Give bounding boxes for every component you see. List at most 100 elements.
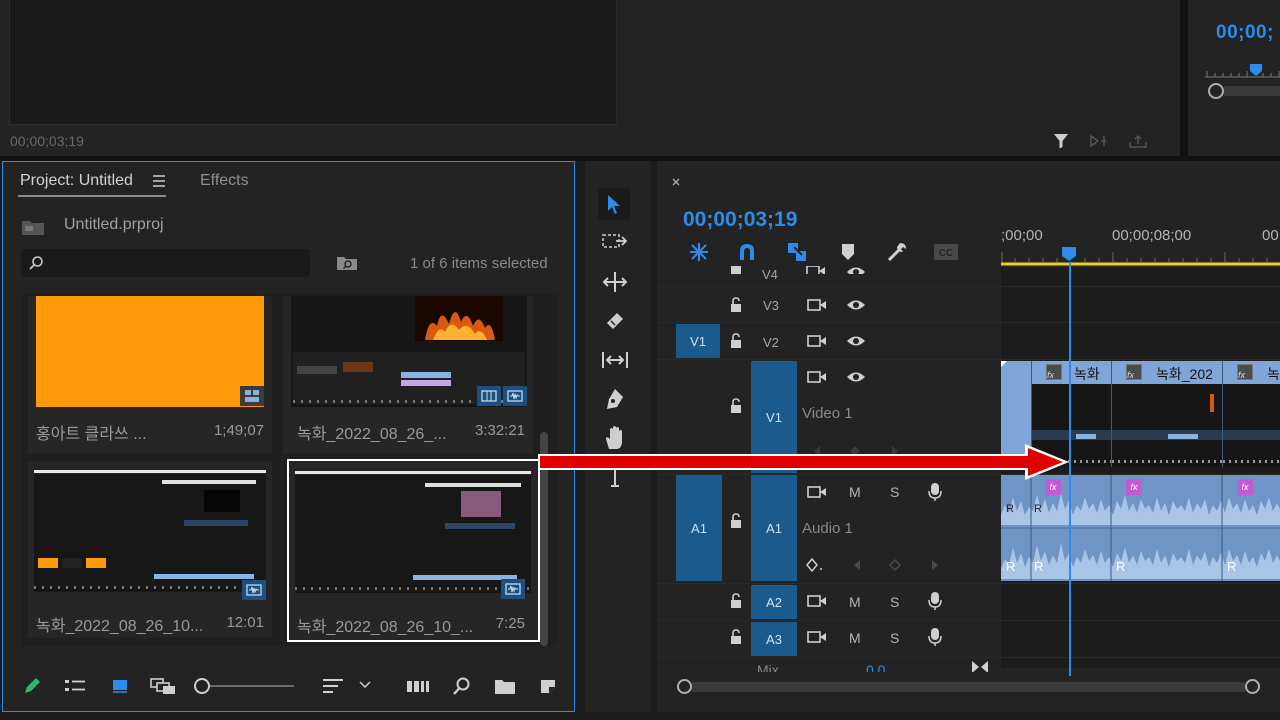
project-item-1[interactable]: 홍아트 클라쓰 ... 1;49;07 bbox=[28, 296, 272, 454]
time-ruler[interactable] bbox=[1001, 250, 1280, 266]
ruler-label: 00 bbox=[1262, 227, 1279, 244]
search-icon bbox=[27, 254, 45, 272]
lock-icon[interactable] bbox=[727, 396, 745, 416]
program-zoom-bar[interactable] bbox=[1224, 86, 1280, 96]
captions-icon[interactable]: CC bbox=[932, 242, 960, 262]
track-label-v2: V2 bbox=[763, 335, 779, 350]
microphone-icon[interactable] bbox=[925, 590, 945, 612]
video-clip[interactable]: fx 녹화_202 bbox=[1111, 361, 1223, 467]
mute-button[interactable]: M bbox=[849, 594, 861, 610]
track-name-video-1[interactable]: Video 1 bbox=[802, 405, 853, 422]
ripple-edit-tool-icon[interactable] bbox=[600, 268, 630, 296]
lock-icon[interactable] bbox=[726, 266, 746, 276]
selection-tool-icon[interactable] bbox=[598, 188, 630, 220]
project-item-3[interactable]: 녹화_2022_08_26_10... 12:01 bbox=[28, 462, 272, 638]
zoom-slider-track[interactable] bbox=[210, 685, 294, 687]
linked-selection-icon[interactable] bbox=[784, 240, 810, 264]
program-zoom-handle[interactable] bbox=[1208, 83, 1224, 99]
fx-badge: fx bbox=[1126, 479, 1142, 495]
lock-icon[interactable] bbox=[727, 627, 745, 647]
toggle-sync-icon[interactable] bbox=[806, 482, 828, 502]
mute-button[interactable]: M bbox=[849, 484, 861, 500]
automate-to-sequence-icon[interactable] bbox=[404, 674, 432, 698]
source-timecode[interactable]: 00;00;03;19 bbox=[10, 133, 84, 149]
timeline-zoom-handle-right[interactable] bbox=[1245, 679, 1260, 694]
export-frame-icon[interactable] bbox=[1127, 130, 1149, 152]
audio-keyframe-nav[interactable] bbox=[806, 557, 946, 573]
search-input[interactable] bbox=[21, 249, 310, 277]
source-patch-a1[interactable]: A1 bbox=[676, 475, 722, 581]
tab-effects[interactable]: Effects bbox=[200, 172, 249, 190]
project-item-4[interactable]: 녹화_2022_08_26_10_... 7:25 bbox=[287, 459, 540, 642]
add-marker-icon[interactable] bbox=[836, 240, 860, 264]
project-item-name: 녹화_2022_08_26_10... bbox=[36, 618, 204, 635]
find-bin-icon[interactable] bbox=[334, 252, 360, 274]
new-bin-icon[interactable] bbox=[492, 674, 518, 698]
lock-icon[interactable] bbox=[727, 591, 745, 611]
panel-menu-icon[interactable] bbox=[151, 172, 167, 190]
snap-icon[interactable] bbox=[734, 240, 760, 264]
project-item-name: 녹화_2022_08_26_10_... bbox=[297, 619, 474, 636]
zoom-slider-handle[interactable] bbox=[194, 678, 210, 694]
pencil-icon[interactable] bbox=[20, 674, 44, 698]
lock-icon[interactable] bbox=[727, 295, 745, 315]
sort-icon[interactable] bbox=[320, 674, 346, 698]
project-item-duration: 3:32:21 bbox=[474, 422, 525, 439]
project-item-2[interactable]: 녹화_2022_08_26_... 3:32:21 bbox=[283, 296, 533, 454]
red-arrow-annotation bbox=[538, 444, 1069, 480]
program-timecode[interactable]: 00;00; bbox=[1216, 22, 1274, 44]
new-item-icon[interactable] bbox=[536, 674, 560, 698]
close-icon[interactable] bbox=[668, 174, 684, 190]
list-view-icon[interactable] bbox=[62, 674, 88, 698]
slip-tool-icon[interactable] bbox=[600, 346, 630, 374]
track-name-audio-1[interactable]: Audio 1 bbox=[802, 520, 853, 537]
lock-icon[interactable] bbox=[727, 511, 745, 531]
eye-icon[interactable] bbox=[845, 331, 867, 351]
video-clip[interactable]: fx 녹 bbox=[1222, 361, 1280, 467]
timeline-timecode[interactable]: 00;00;03;19 bbox=[683, 208, 797, 232]
fx-badge: fx bbox=[1237, 479, 1253, 495]
fx-label: fx bbox=[1127, 370, 1135, 380]
eye-icon[interactable] bbox=[845, 295, 867, 315]
audio-clip-group[interactable]: fx fx fx R R R R R R bbox=[1001, 475, 1280, 581]
source-patch-v1[interactable]: V1 bbox=[676, 324, 720, 358]
solo-button[interactable]: S bbox=[890, 594, 899, 610]
toggle-sync-icon[interactable] bbox=[806, 331, 828, 351]
track-target-a2[interactable]: A2 bbox=[751, 585, 797, 619]
track-target-a1[interactable]: A1 bbox=[751, 475, 797, 581]
nest-icon[interactable] bbox=[686, 240, 712, 264]
insert-icon[interactable] bbox=[1088, 130, 1110, 152]
mute-button[interactable]: M bbox=[849, 630, 861, 646]
wrench-icon[interactable] bbox=[884, 240, 910, 264]
eye-icon[interactable] bbox=[846, 266, 866, 274]
eye-icon[interactable] bbox=[845, 367, 867, 387]
timeline-zoom-handle-left[interactable] bbox=[677, 679, 692, 694]
solo-button[interactable]: S bbox=[890, 630, 899, 646]
pen-tool-icon[interactable] bbox=[600, 385, 630, 413]
track-label-v4: V4 bbox=[762, 267, 778, 282]
toggle-sync-icon[interactable] bbox=[806, 627, 828, 647]
track-target-a3[interactable]: A3 bbox=[751, 622, 797, 656]
program-ruler[interactable] bbox=[1205, 64, 1280, 78]
microphone-icon[interactable] bbox=[925, 626, 945, 648]
toggle-sync-icon[interactable] bbox=[806, 591, 828, 611]
active-tab-underline bbox=[18, 195, 166, 197]
lock-icon[interactable] bbox=[727, 331, 745, 351]
toggle-sync-icon[interactable] bbox=[806, 367, 828, 387]
tab-project[interactable]: Project: Untitled bbox=[20, 172, 133, 190]
microphone-icon[interactable] bbox=[925, 481, 945, 503]
find-icon[interactable] bbox=[450, 674, 474, 698]
razor-tool-icon[interactable] bbox=[600, 307, 630, 335]
track-select-tool-icon[interactable] bbox=[600, 229, 630, 255]
toggle-sync-icon[interactable] bbox=[806, 295, 828, 315]
chevron-down-icon[interactable] bbox=[356, 676, 374, 694]
filter-icon[interactable] bbox=[1050, 130, 1072, 152]
sync-lock-icon[interactable] bbox=[806, 266, 826, 274]
freeform-view-icon[interactable] bbox=[148, 674, 178, 698]
icon-view-icon[interactable] bbox=[108, 674, 132, 698]
fire-preview bbox=[415, 296, 503, 341]
channel-r-label: R bbox=[1116, 559, 1126, 574]
solo-button[interactable]: S bbox=[890, 484, 899, 500]
timeline-zoom-bar[interactable] bbox=[692, 682, 1245, 692]
playhead-handle[interactable] bbox=[1061, 246, 1077, 262]
